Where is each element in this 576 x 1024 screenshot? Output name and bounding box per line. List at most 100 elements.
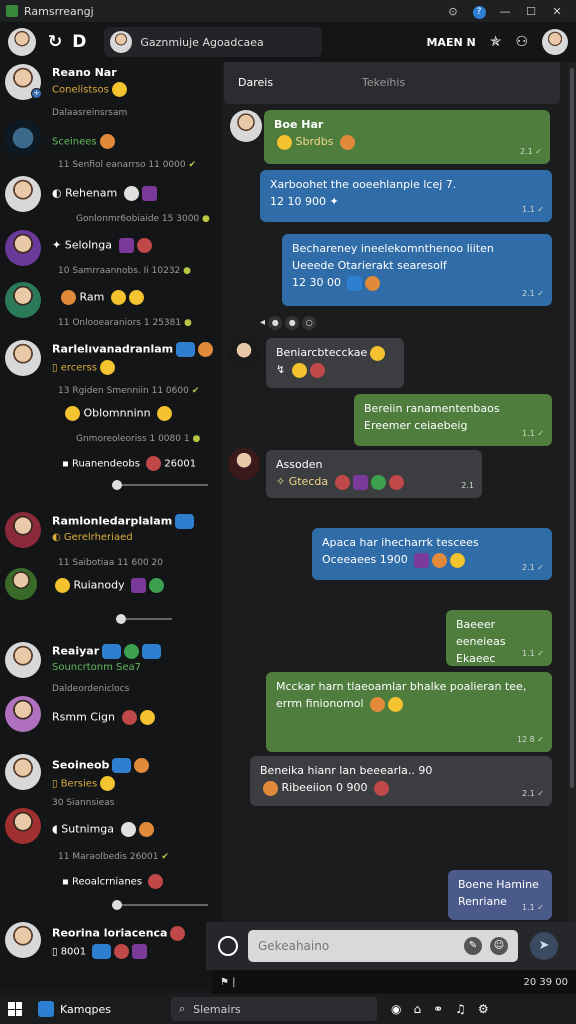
maximize-button[interactable]: ☐ <box>518 5 544 18</box>
message-bubble[interactable]: Apaca har ihecharrk tescees Oceeaees 190… <box>312 528 552 580</box>
message-bubble[interactable]: Bereiin ranamentenbaos Ereemer ceiaebeig… <box>354 394 552 446</box>
app-icon <box>6 5 18 17</box>
conversation-sidebar: + Reano Nar Conelistsos Dalaasreinsrsam … <box>0 62 222 990</box>
audio-progress-slider[interactable] <box>116 614 172 624</box>
audio-progress-slider[interactable] <box>112 480 208 490</box>
conversation-name: Sutnimga <box>61 822 115 836</box>
message-bubble[interactable]: Mcckar harn tlaeoamlar bhalke poalieran … <box>266 672 552 752</box>
window-title: Ramsrreangj <box>24 4 94 18</box>
camera-icon[interactable]: ⊙ <box>440 5 466 18</box>
chat-scrollbar[interactable] <box>568 62 576 922</box>
avatar <box>5 176 41 212</box>
avatar <box>5 642 41 678</box>
app-icon <box>38 1001 54 1017</box>
message-bubble[interactable]: Boe Har Sbrdbs 2.1 ✓ <box>264 110 550 164</box>
add-user-icon[interactable]: ⚇ <box>515 34 528 50</box>
list-item[interactable]: Ram 11 Onlooearaniors 1 25381 ● <box>0 282 222 338</box>
avatar <box>5 754 41 790</box>
close-button[interactable]: ✕ <box>544 5 570 18</box>
message-bubble[interactable]: Baeeer eeneieas Ekaeec 1.1 ✓ <box>446 610 552 666</box>
conversation-status: ercerss <box>60 362 97 374</box>
avatar <box>5 340 41 376</box>
message-composer: Gekeahaino ✎ ☺ ➤ <box>206 922 576 970</box>
scrollbar-thumb[interactable] <box>570 68 574 788</box>
conversation-name: Rarlelıvanadranlam <box>52 342 174 356</box>
conversation-meta: Onlooearaniors 1 25381 <box>72 318 182 328</box>
pin-icon[interactable]: ✯ <box>490 34 502 50</box>
avatar <box>5 922 41 958</box>
start-button[interactable] <box>8 1002 22 1016</box>
avatar <box>5 696 41 732</box>
user-avatar[interactable] <box>8 28 36 56</box>
sender-avatar <box>228 338 260 370</box>
reaction-bar[interactable]: ◂ ● ● ○ <box>260 316 319 330</box>
avatar <box>5 120 41 156</box>
conversation-name: Rehenam <box>65 186 118 200</box>
conversation-status: Conelistsos <box>52 84 109 96</box>
message-input[interactable]: Gekeahaino ✎ ☺ <box>248 930 518 962</box>
volume-icon[interactable]: ♫ <box>455 1002 466 1016</box>
sticker-icon[interactable]: ✎ <box>464 937 482 955</box>
conversation-name: Reorina loriacenca <box>52 926 168 940</box>
online-badge: + <box>31 88 42 99</box>
conversation-meta: Dalaasreinsrsam <box>52 108 128 118</box>
send-button[interactable]: ➤ <box>530 932 558 960</box>
conversation-meta: Gnmoreoleoriss 1 0080 1 <box>76 434 190 444</box>
d-logo-icon[interactable]: D <box>72 32 86 52</box>
list-item[interactable]: ✦ Selolnga 10 Samrraannobs. Ii 10232 ● <box>0 230 222 286</box>
conversation-meta: Saibotiaa 11 600 20 <box>72 558 164 568</box>
conversation-name: Ruanendeobs <box>71 458 140 470</box>
list-item[interactable]: Sceinees 11 Senfiol eanarrso 11 0000 ✔ <box>0 118 222 178</box>
profile-avatar[interactable] <box>542 29 568 55</box>
attach-icon[interactable] <box>218 936 238 956</box>
message-bubble[interactable]: Bechareney ineelekomnthenoo liiten Ueeed… <box>282 234 552 306</box>
conversation-name: Ramlonledarplalam <box>52 514 173 528</box>
chat-avatar <box>110 31 133 53</box>
conversation-meta: Samrraannobs. Ii 10232 <box>72 266 181 276</box>
avatar <box>5 808 41 844</box>
current-chat-title: Gaznmiuje Agoadcaea <box>140 35 264 49</box>
header-user-name: MAEN N <box>426 35 476 49</box>
message-bubble[interactable]: Xarboohet the ooeehlanpie lcej 7. 12 10 … <box>260 170 552 222</box>
tab-other[interactable]: Tekeihis <box>362 76 405 89</box>
list-item[interactable]: 11 Maraolbedis 26001 ✔ ▪ Reoalcrnianes <box>0 850 222 910</box>
conversation-name: Selolnga <box>64 238 113 252</box>
link-icon[interactable]: ⚭ <box>433 1002 443 1016</box>
status-clock: 20 39 00 <box>523 976 568 988</box>
list-item[interactable]: Reaiyar Souncrtonm Sea7 Daldeordeniclocs… <box>0 638 222 738</box>
list-item[interactable]: + Reano Nar Conelistsos Dalaasreinsrsam <box>0 62 222 124</box>
audio-progress-slider[interactable] <box>112 900 208 910</box>
help-icon[interactable]: ? <box>466 4 492 19</box>
minimize-button[interactable]: — <box>492 5 518 18</box>
message-bubble[interactable]: Boene Hamine Renriane 1.1 ✓ <box>448 870 552 920</box>
taskbar-app-button[interactable]: Kamqpes <box>38 1001 111 1017</box>
tab-details[interactable]: Dareis <box>238 76 273 89</box>
list-item[interactable]: Rarlelıvanadranlam ▯ ercerss 13 Rgiden S… <box>0 336 222 456</box>
message-bubble[interactable]: Beniarcbtecckae ↯ <box>266 338 404 388</box>
conversation-status: Gerelrheriaed <box>63 532 133 543</box>
message-bubble[interactable]: Assoden ✧ Gtecda 2.1 <box>266 450 482 498</box>
flag-icon[interactable]: ⚑ | <box>220 977 236 988</box>
message-bubble[interactable]: Beneika hianr lan beeearla.. 90 Ribeeiio… <box>250 756 552 806</box>
conversation-name: Reano Nar <box>52 66 117 79</box>
taskbar: Kamqpes ⌕ Slemairs ◉ ⌂ ⚭ ♫ ⚙ <box>0 994 576 1024</box>
taskbar-search[interactable]: ⌕ Slemairs <box>170 997 377 1021</box>
avatar <box>5 568 37 600</box>
list-item[interactable]: Ramlonledarplalam ◐ Gerelrheriaed 11 Sai… <box>0 508 222 628</box>
list-item[interactable]: Seoineob ▯ Bersies 30 Siannsieas ◖ Sutni… <box>0 752 222 852</box>
settings-icon[interactable]: ⚙ <box>478 1002 489 1016</box>
list-item[interactable]: ◐ Rehenam Gonlonmr6obiaide 15 3000 ● <box>0 174 222 230</box>
emoji-icon <box>99 134 115 149</box>
conversation-meta: Daldeordeniclocs <box>52 684 130 694</box>
conversation-name: Oblomnninn <box>83 406 151 420</box>
refresh-icon[interactable]: ↻ <box>48 32 62 52</box>
avatar <box>5 282 41 318</box>
chat-panel: Dareis Tekeihis Boe Har Sbrdbs 2.1 ✓ Xar… <box>222 62 568 922</box>
camera-tray-icon[interactable]: ◉ <box>391 1002 401 1016</box>
list-item[interactable]: ▪ Ruanendeobs 26001 <box>0 454 222 494</box>
wifi-icon[interactable]: ⌂ <box>413 1002 421 1016</box>
emoji-picker-icon[interactable]: ☺ <box>490 937 508 955</box>
conversation-meta: Senfiol eanarrso 11 0000 <box>72 160 186 170</box>
list-item[interactable]: Reorina loriacenca ▯ 8001 <box>0 920 222 990</box>
current-chat-pill[interactable]: Gaznmiuje Agoadcaea <box>104 27 323 57</box>
